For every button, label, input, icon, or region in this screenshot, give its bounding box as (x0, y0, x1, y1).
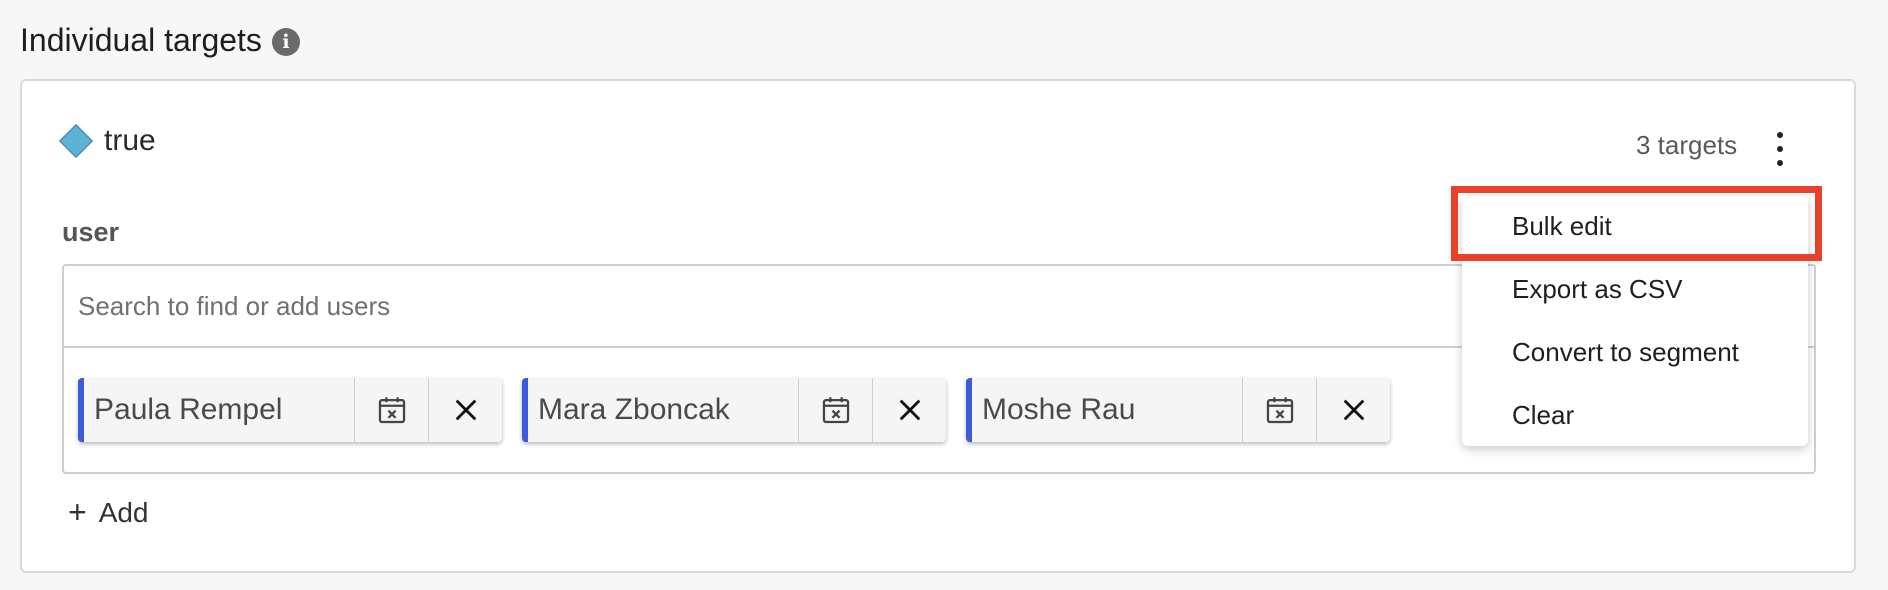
variation-label: true (104, 124, 156, 157)
section-title: Individual targets (20, 22, 262, 58)
calendar-icon[interactable] (799, 378, 873, 442)
context-kind-label: user (62, 217, 120, 247)
menu-item-convert-segment[interactable]: Convert to segment (1512, 337, 1739, 368)
close-icon[interactable] (873, 378, 946, 442)
variation-diamond-icon (59, 124, 93, 158)
add-label: Add (98, 496, 149, 528)
chip-label: Moshe Rau (972, 378, 1243, 442)
section-header: Individual targets i (20, 22, 300, 59)
chip-label: Paula Rempel (84, 378, 355, 442)
close-icon[interactable] (1317, 378, 1390, 442)
chip-label: Mara Zboncak (528, 378, 799, 442)
close-icon[interactable] (429, 378, 502, 442)
add-target-button[interactable]: + Add (68, 494, 149, 531)
calendar-icon[interactable] (1243, 378, 1317, 442)
plus-icon: + (68, 494, 87, 530)
variation-header: true (59, 124, 156, 158)
target-chip: Moshe Rau (966, 378, 1390, 442)
highlight-annotation-box (1451, 186, 1822, 261)
more-options-icon[interactable] (1770, 132, 1790, 166)
calendar-icon[interactable] (355, 378, 429, 442)
info-icon[interactable]: i (271, 27, 300, 56)
target-chip: Mara Zboncak (522, 378, 946, 442)
target-chips: Paula Rempel Mara Zboncak Moshe Rau (78, 378, 1390, 442)
targets-count: 3 targets (1636, 130, 1738, 160)
target-chip: Paula Rempel (78, 378, 502, 442)
menu-item-clear[interactable]: Clear (1512, 400, 1574, 431)
menu-item-export-csv[interactable]: Export as CSV (1512, 274, 1683, 305)
